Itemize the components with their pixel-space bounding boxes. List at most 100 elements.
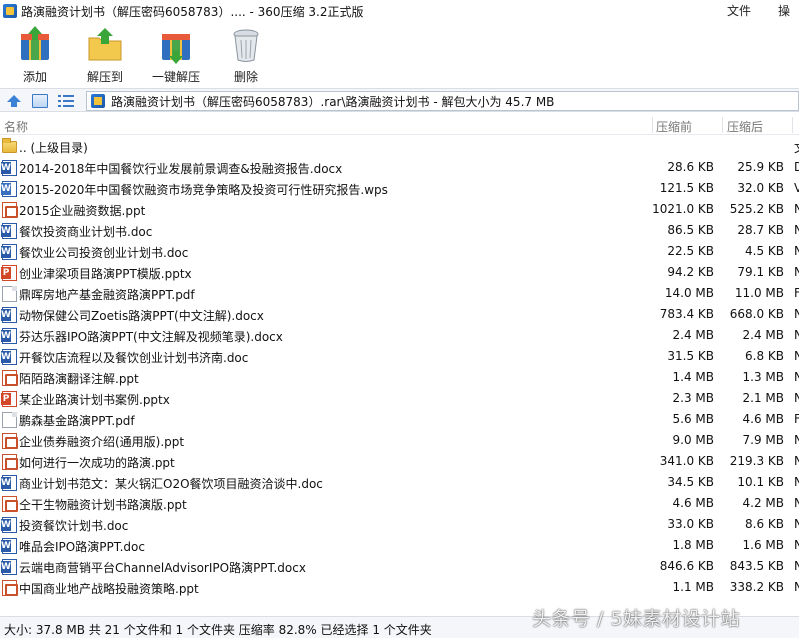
powerpoint-icon — [2, 580, 18, 596]
word-document-icon — [1, 307, 17, 323]
archive-icon — [91, 94, 105, 108]
file-compressed-size: 11.0 MB — [734, 286, 784, 300]
file-row[interactable]: 动物保健公司Zoetis路演PPT(中文注解).docx 783.4 KB 668.… — [0, 304, 799, 325]
file-name: 唯品会IPO路演PPT.doc — [19, 540, 145, 554]
pdf-document-icon — [2, 412, 17, 428]
list-view-icon[interactable] — [58, 94, 74, 108]
file-name: 2014-2018年中国餐饮行业发展前景调查&投融资报告.docx — [19, 162, 343, 176]
column-size[interactable]: 压缩前 — [656, 118, 692, 135]
file-compressed-size: 28.7 KB — [737, 223, 784, 237]
file-size: 31.5 KB — [667, 349, 714, 363]
file-compressed-size: 6.8 KB — [745, 349, 784, 363]
wps-document-icon — [1, 181, 17, 197]
file-name: 开餐饮店流程以及餐饮创业计划书济南.doc — [19, 351, 249, 365]
column-name[interactable]: 名称 — [4, 118, 28, 135]
file-name: 陌陌路演翻译注解.ppt — [19, 372, 139, 386]
file-name: 投资餐饮计划书.doc — [19, 519, 129, 533]
delete-button[interactable]: 删除 — [226, 26, 266, 85]
type-column-cell: N — [794, 244, 799, 258]
file-name: 创业津梁项目路演PPT模版.pptx — [19, 267, 192, 281]
file-row[interactable]: 中国商业地产战略投融资策略.ppt 1.1 MB 338.2 KB N — [0, 577, 799, 598]
file-row[interactable]: 2015-2020年中国餐饮融资市场竞争策略及投资可行性研究报告.wps 121.… — [0, 178, 799, 199]
type-column-cell: N — [794, 307, 799, 321]
add-button[interactable]: 添加 — [15, 26, 55, 85]
app-icon — [3, 4, 17, 18]
file-row[interactable]: 投资餐饮计划书.doc 33.0 KB 8.6 KB N — [0, 514, 799, 535]
status-text: 大小: 37.8 MB 共 21 个文件和 1 个文件夹 压缩率 82.8% 已… — [4, 623, 432, 637]
file-size: 94.2 KB — [667, 265, 714, 279]
file-compressed-size: 10.1 KB — [737, 475, 784, 489]
thumbnail-view-icon[interactable] — [32, 94, 48, 108]
file-row[interactable]: 2015企业融资数据.ppt 1021.0 KB 525.2 KB N — [0, 199, 799, 220]
file-compressed-size: 338.2 KB — [729, 580, 784, 594]
menu-file[interactable]: 文件 — [727, 2, 751, 19]
file-size: 1021.0 KB — [652, 202, 714, 216]
file-name: 中国商业地产战略投融资策略.ppt — [19, 582, 199, 596]
type-column-cell: N — [794, 580, 799, 594]
type-column-cell: N — [794, 517, 799, 531]
address-bar: 路演融资计划书（解压密码6058783）.rar\路演融资计划书 - 解包大小为… — [0, 88, 799, 112]
file-row[interactable]: 芬达乐器IPO路演PPT(中文注解及视频笔录).docx 2.4 MB 2.4 MB… — [0, 325, 799, 346]
file-compressed-size: 4.6 MB — [742, 412, 784, 426]
file-compressed-size: 79.1 KB — [737, 265, 784, 279]
word-document-icon — [1, 475, 17, 491]
file-row[interactable]: 云端电商营销平台ChannelAdvisorIPO路演PPT.docx 846.6… — [0, 556, 799, 577]
file-row[interactable]: 陌陌路演翻译注解.ppt 1.4 MB 1.3 MB N — [0, 367, 799, 388]
file-row[interactable]: 创业津梁项目路演PPT模版.pptx 94.2 KB 79.1 KB N — [0, 262, 799, 283]
file-compressed-size: 1.6 MB — [742, 538, 784, 552]
file-row[interactable]: 唯品会IPO路演PPT.doc 1.8 MB 1.6 MB N — [0, 535, 799, 556]
file-size: 34.5 KB — [667, 475, 714, 489]
parent-directory-row[interactable]: .. (上级目录) 文 — [0, 136, 799, 157]
extract-to-label: 解压到 — [86, 70, 123, 84]
file-row[interactable]: 仝干生物融资计划书路演版.ppt 4.6 MB 4.2 MB N — [0, 493, 799, 514]
file-row[interactable]: 开餐饮店流程以及餐饮创业计划书济南.doc 31.5 KB 6.8 KB N — [0, 346, 799, 367]
file-row[interactable]: 鹏森基金路演PPT.pdf 5.6 MB 4.6 MB F — [0, 409, 799, 430]
path-field[interactable]: 路演融资计划书（解压密码6058783）.rar\路演融资计划书 - 解包大小为… — [86, 91, 799, 111]
file-row[interactable]: 餐饮投资商业计划书.doc 86.5 KB 28.7 KB N — [0, 220, 799, 241]
powerpoint-icon — [2, 496, 18, 512]
file-row[interactable]: 如何进行一次成功的路演.ppt 341.0 KB 219.3 KB N — [0, 451, 799, 472]
file-row[interactable]: 商业计划书范文：某火锅汇O2O餐饮项目融资洽谈中.doc 34.5 KB 10.1 … — [0, 472, 799, 493]
column-header: 名称 压缩前 压缩后 — [0, 115, 799, 135]
file-compressed-size: 843.5 KB — [729, 559, 784, 573]
word-document-icon — [1, 517, 17, 533]
file-size: 9.0 MB — [672, 433, 714, 447]
file-size: 1.1 MB — [672, 580, 714, 594]
type-column-cell: N — [794, 475, 799, 489]
column-divider[interactable] — [722, 117, 723, 133]
column-divider[interactable] — [652, 117, 653, 133]
file-row[interactable]: 餐饮业公司投资创业计划书.doc 22.5 KB 4.5 KB N — [0, 241, 799, 262]
file-row[interactable]: 企业债券融资介绍(通用版).ppt 9.0 MB 7.9 MB N — [0, 430, 799, 451]
file-compressed-size: 4.2 MB — [742, 496, 784, 510]
file-list: .. (上级目录) 文 2014-2018年中国餐饮行业发展前景调查&投融资报告… — [0, 136, 799, 614]
file-size: 783.4 KB — [659, 307, 714, 321]
type-column-cell: F — [794, 412, 799, 426]
file-size: 86.5 KB — [667, 223, 714, 237]
word-document-icon — [1, 559, 17, 575]
column-divider[interactable] — [792, 117, 793, 133]
column-compressed[interactable]: 压缩后 — [727, 118, 763, 135]
file-compressed-size: 4.5 KB — [745, 244, 784, 258]
file-name: 仝干生物融资计划书路演版.ppt — [19, 498, 187, 512]
extract-to-button[interactable]: 解压到 — [85, 26, 125, 85]
file-name: 餐饮投资商业计划书.doc — [19, 225, 153, 239]
folder-icon — [2, 138, 17, 153]
file-name: 餐饮业公司投资创业计划书.doc — [19, 246, 189, 260]
file-row[interactable]: 鼎晖房地产基金融资路演PPT.pdf 14.0 MB 11.0 MB F — [0, 283, 799, 304]
file-size: 4.6 MB — [672, 496, 714, 510]
one-click-extract-button[interactable]: 一键解压 — [152, 26, 200, 85]
type-column-cell: N — [794, 538, 799, 552]
file-row[interactable]: 某企业路演计划书案例.pptx 2.3 MB 2.1 MB N — [0, 388, 799, 409]
window-title: 路演融资计划书（解压密码6058783）.... - 360压缩 3.2正式版 — [21, 4, 364, 19]
file-row[interactable]: 2014-2018年中国餐饮行业发展前景调查&投融资报告.docx 28.6 KB… — [0, 157, 799, 178]
file-size: 341.0 KB — [659, 454, 714, 468]
type-column-cell: N — [794, 559, 799, 573]
word-document-icon — [1, 223, 17, 239]
up-arrow-icon[interactable] — [6, 93, 22, 109]
type-column-cell: N — [794, 328, 799, 342]
type-column-cell: N — [794, 223, 799, 237]
type-column-cell: N — [794, 496, 799, 510]
file-size: 1.8 MB — [672, 538, 714, 552]
file-name: 某企业路演计划书案例.pptx — [19, 393, 170, 407]
toolbar: 添加 解压到 一键解压 删除 — [0, 22, 799, 86]
